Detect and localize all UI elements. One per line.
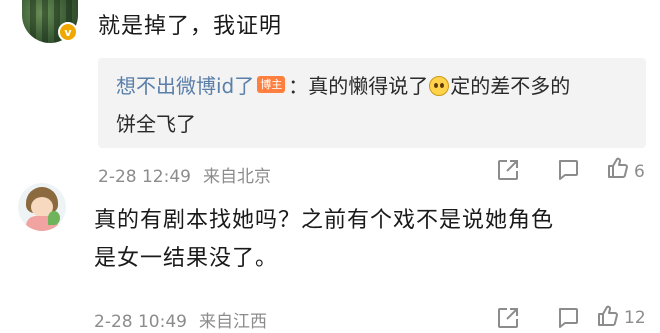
comment-icon[interactable]	[556, 306, 580, 330]
author-badge: 博主	[257, 76, 286, 93]
reply-author-link[interactable]: 想不出微博id了	[116, 70, 254, 99]
reply-line: 想不出微博id了 博主 ： 真的懒得说了 定的差不多的	[116, 70, 570, 99]
reply-text: 饼全飞了	[116, 112, 196, 136]
reply-preview[interactable]: 想不出微博id了 博主 ： 真的懒得说了 定的差不多的 饼全飞了	[98, 58, 646, 148]
location: 来自江西	[198, 312, 267, 332]
timestamp: 2-28 12:49	[98, 167, 191, 187]
comment-meta: 2-28 12:49 来自北京	[98, 162, 271, 187]
comment-text: 就是掉了，我证明	[98, 14, 283, 39]
comment-text: 真的有剧本找她吗？之前有个戏不是说她角色	[94, 208, 555, 233]
grin-face-emoji-icon	[429, 75, 450, 96]
reply-separator: ：	[288, 74, 309, 98]
share-icon[interactable]	[496, 158, 520, 182]
comment-icon[interactable]	[556, 158, 580, 182]
like-count: 6	[634, 162, 645, 182]
verified-badge-icon: v	[58, 22, 78, 42]
reply-text: 定的差不多的	[450, 74, 571, 98]
reply-text: 真的懒得说了	[308, 74, 429, 98]
comment-meta: 2-28 10:49 来自江西	[94, 307, 267, 332]
like-icon[interactable]	[596, 304, 620, 328]
share-icon[interactable]	[496, 306, 520, 330]
timestamp: 2-28 10:49	[94, 312, 187, 332]
like-count: 12	[624, 308, 646, 328]
location: 来自北京	[202, 167, 271, 187]
comment-feed: v 就是掉了，我证明 想不出微博id了 博主 ： 真的懒得说了 定的差不多的 饼…	[0, 0, 660, 333]
avatar[interactable]	[18, 183, 66, 231]
like-icon[interactable]	[606, 156, 630, 180]
comment-text: 是女一结果没了。	[94, 246, 279, 271]
